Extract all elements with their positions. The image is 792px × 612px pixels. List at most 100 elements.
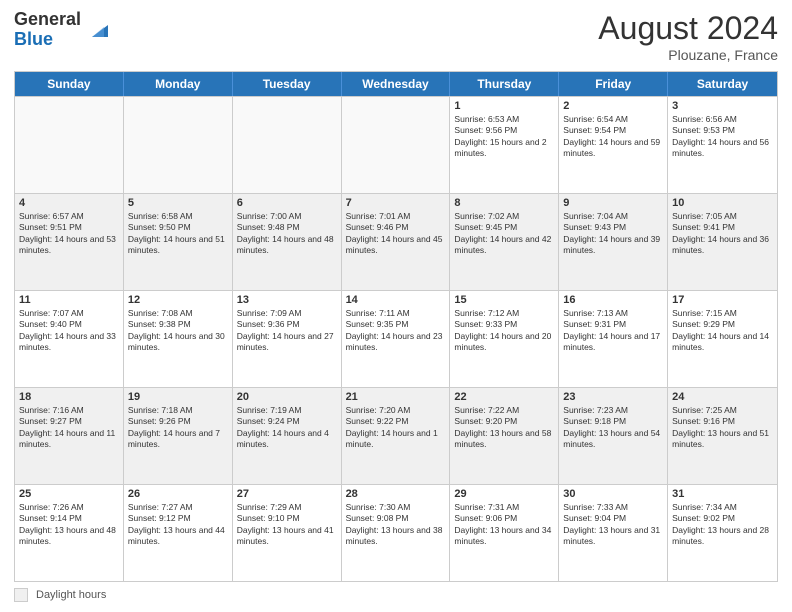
title-block: August 2024 Plouzane, France [598,10,778,63]
day-number: 31 [672,488,773,500]
cal-cell: 30 Sunrise: 7:33 AMSunset: 9:04 PMDayligh… [559,485,668,581]
day-info: Sunrise: 7:34 AMSunset: 9:02 PMDaylight:… [672,502,773,548]
day-number: 8 [454,197,554,209]
cal-header-saturday: Saturday [668,72,777,96]
logo-icon [84,17,110,43]
cal-header-wednesday: Wednesday [342,72,451,96]
cal-cell: 29 Sunrise: 7:31 AMSunset: 9:06 PMDayligh… [450,485,559,581]
legend-box [14,588,28,602]
cal-cell: 2 Sunrise: 6:54 AMSunset: 9:54 PMDaylight… [559,97,668,193]
cal-cell: 6 Sunrise: 7:00 AMSunset: 9:48 PMDaylight… [233,194,342,290]
cal-cell: 31 Sunrise: 7:34 AMSunset: 9:02 PMDayligh… [668,485,777,581]
day-info: Sunrise: 7:08 AMSunset: 9:38 PMDaylight:… [128,308,228,354]
location: Plouzane, France [598,47,778,63]
day-number: 18 [19,391,119,403]
day-number: 3 [672,100,773,112]
cal-cell: 22 Sunrise: 7:22 AMSunset: 9:20 PMDayligh… [450,388,559,484]
cal-cell: 7 Sunrise: 7:01 AMSunset: 9:46 PMDaylight… [342,194,451,290]
cal-row-1: 1Sunrise: 6:53 AMSunset: 9:56 PMDaylight… [15,96,777,193]
cal-cell [15,97,124,193]
cal-header-thursday: Thursday [450,72,559,96]
day-number: 11 [19,294,119,306]
cal-row-3: 11Sunrise: 7:07 AMSunset: 9:40 PMDayligh… [15,290,777,387]
day-number: 10 [672,197,773,209]
cal-header-friday: Friday [559,72,668,96]
day-number: 27 [237,488,337,500]
cal-cell: 26Sunrise: 7:27 AMSunset: 9:12 PMDayligh… [124,485,233,581]
day-info: Sunrise: 7:29 AMSunset: 9:10 PMDaylight:… [237,502,337,548]
day-info: Sunrise: 7:15 AMSunset: 9:29 PMDaylight:… [672,308,773,354]
cal-cell [233,97,342,193]
day-number: 2 [563,100,663,112]
day-info: Sunrise: 7:00 AMSunset: 9:48 PMDaylight:… [237,211,337,257]
cal-header-tuesday: Tuesday [233,72,342,96]
day-number: 9 [563,197,663,209]
day-info: Sunrise: 7:11 AMSunset: 9:35 PMDaylight:… [346,308,446,354]
day-info: Sunrise: 7:33 AMSunset: 9:04 PMDaylight:… [563,502,663,548]
cal-cell: 17 Sunrise: 7:15 AMSunset: 9:29 PMDayligh… [668,291,777,387]
cal-cell: 27 Sunrise: 7:29 AMSunset: 9:10 PMDayligh… [233,485,342,581]
cal-cell: 23Sunrise: 7:23 AMSunset: 9:18 PMDayligh… [559,388,668,484]
day-info: Sunrise: 7:16 AMSunset: 9:27 PMDaylight:… [19,405,119,451]
logo-blue: Blue [14,30,81,50]
day-number: 21 [346,391,446,403]
cal-cell: 11Sunrise: 7:07 AMSunset: 9:40 PMDayligh… [15,291,124,387]
day-info: Sunrise: 6:58 AMSunset: 9:50 PMDaylight:… [128,211,228,257]
cal-cell: 3Sunrise: 6:56 AMSunset: 9:53 PMDaylight… [668,97,777,193]
day-info: Sunrise: 7:30 AMSunset: 9:08 PMDaylight:… [346,502,446,548]
month-year: August 2024 [598,10,778,47]
cal-cell: 25Sunrise: 7:26 AMSunset: 9:14 PMDayligh… [15,485,124,581]
cal-cell: 24Sunrise: 7:25 AMSunset: 9:16 PMDayligh… [668,388,777,484]
cal-cell: 18 Sunrise: 7:16 AMSunset: 9:27 PMDayligh… [15,388,124,484]
day-number: 15 [454,294,554,306]
page: General Blue August 2024 Plouzane, Franc… [0,0,792,612]
day-number: 29 [454,488,554,500]
cal-cell: 9 Sunrise: 7:04 AMSunset: 9:43 PMDaylight… [559,194,668,290]
day-info: Sunrise: 7:22 AMSunset: 9:20 PMDaylight:… [454,405,554,451]
day-number: 19 [128,391,228,403]
day-info: Sunrise: 7:23 AMSunset: 9:18 PMDaylight:… [563,405,663,451]
cal-cell: 19Sunrise: 7:18 AMSunset: 9:26 PMDayligh… [124,388,233,484]
day-number: 12 [128,294,228,306]
day-info: Sunrise: 7:01 AMSunset: 9:46 PMDaylight:… [346,211,446,257]
day-info: Sunrise: 7:20 AMSunset: 9:22 PMDaylight:… [346,405,446,451]
day-info: Sunrise: 7:19 AMSunset: 9:24 PMDaylight:… [237,405,337,451]
day-info: Sunrise: 6:54 AMSunset: 9:54 PMDaylight:… [563,114,663,160]
day-number: 24 [672,391,773,403]
cal-header-sunday: Sunday [15,72,124,96]
day-number: 13 [237,294,337,306]
cal-cell [342,97,451,193]
cal-cell: 8 Sunrise: 7:02 AMSunset: 9:45 PMDaylight… [450,194,559,290]
day-info: Sunrise: 7:04 AMSunset: 9:43 PMDaylight:… [563,211,663,257]
cal-cell: 20 Sunrise: 7:19 AMSunset: 9:24 PMDayligh… [233,388,342,484]
day-info: Sunrise: 7:12 AMSunset: 9:33 PMDaylight:… [454,308,554,354]
cal-cell: 21 Sunrise: 7:20 AMSunset: 9:22 PMDayligh… [342,388,451,484]
day-number: 20 [237,391,337,403]
day-number: 22 [454,391,554,403]
cal-row-5: 25Sunrise: 7:26 AMSunset: 9:14 PMDayligh… [15,484,777,581]
day-number: 17 [672,294,773,306]
logo-general: General [14,10,81,30]
cal-cell: 10Sunrise: 7:05 AMSunset: 9:41 PMDayligh… [668,194,777,290]
day-number: 5 [128,197,228,209]
day-info: Sunrise: 6:53 AMSunset: 9:56 PMDaylight:… [454,114,554,160]
day-number: 7 [346,197,446,209]
day-number: 16 [563,294,663,306]
cal-cell: 12 Sunrise: 7:08 AMSunset: 9:38 PMDayligh… [124,291,233,387]
day-number: 14 [346,294,446,306]
cal-header-monday: Monday [124,72,233,96]
day-number: 26 [128,488,228,500]
day-number: 6 [237,197,337,209]
day-number: 25 [19,488,119,500]
day-info: Sunrise: 6:57 AMSunset: 9:51 PMDaylight:… [19,211,119,257]
day-info: Sunrise: 7:13 AMSunset: 9:31 PMDaylight:… [563,308,663,354]
cal-cell: 28 Sunrise: 7:30 AMSunset: 9:08 PMDayligh… [342,485,451,581]
day-info: Sunrise: 7:09 AMSunset: 9:36 PMDaylight:… [237,308,337,354]
cal-row-4: 18 Sunrise: 7:16 AMSunset: 9:27 PMDayligh… [15,387,777,484]
day-info: Sunrise: 7:31 AMSunset: 9:06 PMDaylight:… [454,502,554,548]
legend-label: Daylight hours [36,589,106,601]
day-number: 30 [563,488,663,500]
cal-cell: 15 Sunrise: 7:12 AMSunset: 9:33 PMDayligh… [450,291,559,387]
day-number: 28 [346,488,446,500]
day-info: Sunrise: 7:02 AMSunset: 9:45 PMDaylight:… [454,211,554,257]
